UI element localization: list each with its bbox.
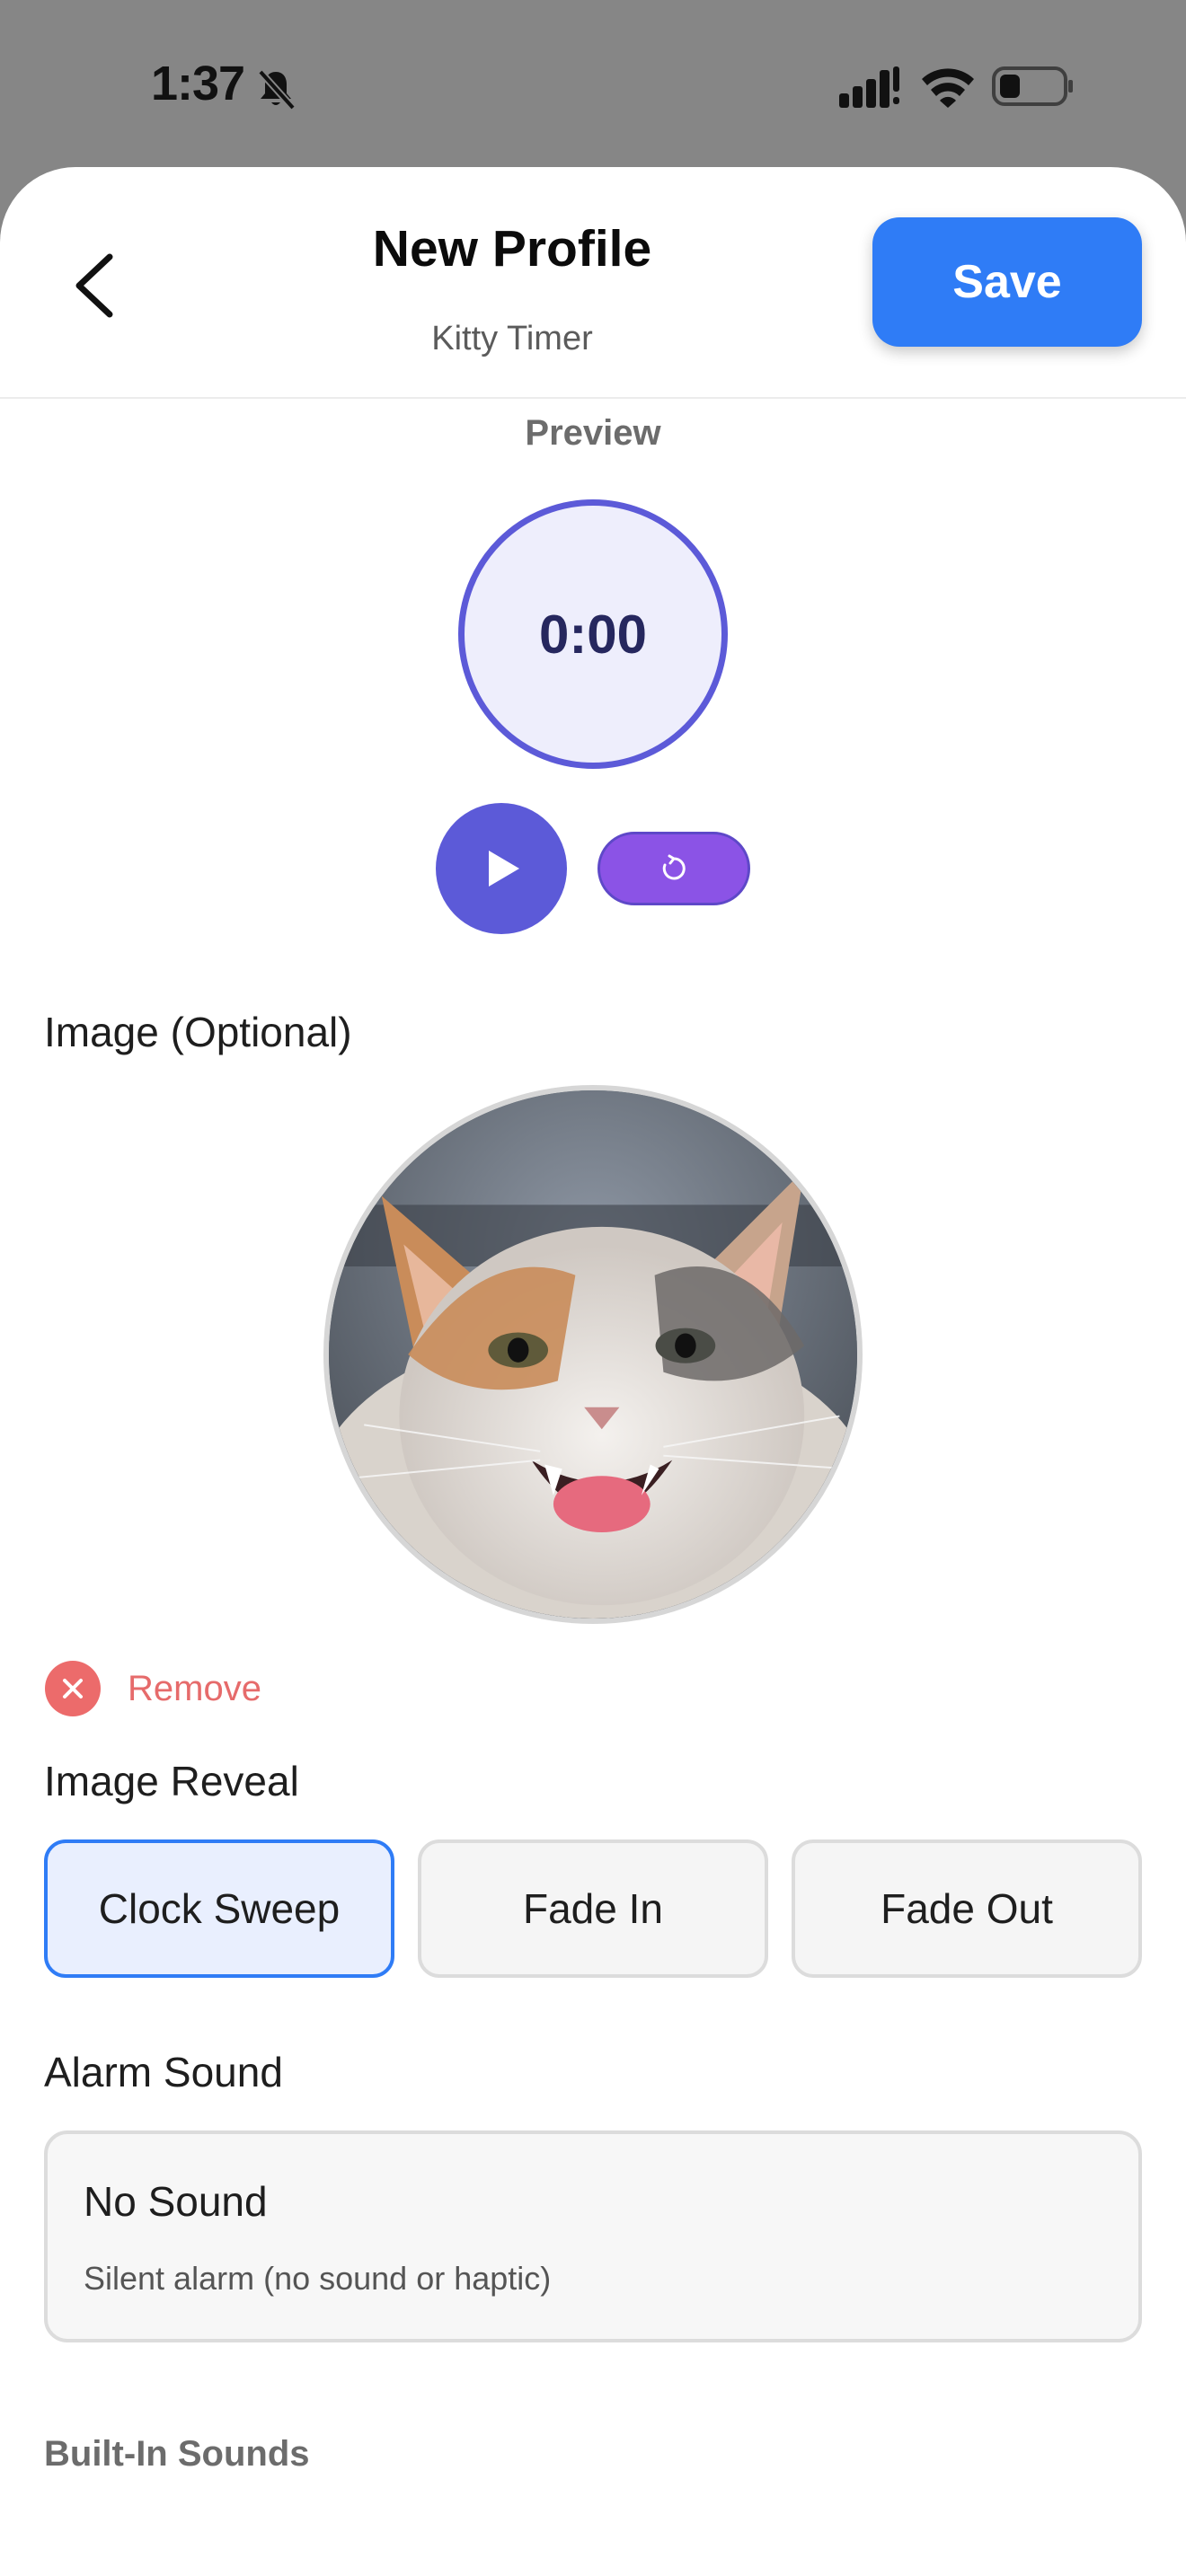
reset-button[interactable] [597,832,750,905]
preview-label: Preview [525,413,661,453]
page-title: New Profile [372,220,652,278]
status-time: 1:37 [151,57,245,110]
page-subtitle: Kitty Timer [431,320,593,357]
cat-photo-image [329,1090,857,1619]
built-in-sounds-label: Built-In Sounds [44,2434,310,2474]
profile-editor-sheet: New Profile Kitty Timer Save Preview 0:0… [0,167,1186,2576]
image-section-label: Image (Optional) [44,1009,352,1055]
battery-icon [992,66,1073,106]
navigation-bar: New Profile Kitty Timer Save [0,167,1186,399]
remove-image-button[interactable]: Remove [45,1660,261,1717]
reveal-option-fade-in[interactable]: Fade In [418,1839,768,1978]
sound-description: Silent alarm (no sound or haptic) [84,2260,552,2297]
close-icon [45,1661,101,1716]
wifi-icon [922,68,974,108]
play-button[interactable] [436,803,567,934]
reveal-option-clock-sweep[interactable]: Clock Sweep [44,1839,394,1978]
signal-icon [839,66,899,108]
reveal-option-fade-out[interactable]: Fade Out [792,1839,1142,1978]
alarm-sound-label: Alarm Sound [44,2049,283,2095]
image-reveal-label: Image Reveal [44,1758,299,1804]
profile-image[interactable] [323,1085,863,1624]
selected-sound-card[interactable]: No Sound Silent alarm (no sound or hapti… [44,2130,1142,2342]
timer-preview: 0:00 [458,499,728,769]
reset-icon [662,854,686,880]
save-button[interactable]: Save [872,217,1142,347]
remove-label: Remove [128,1668,261,1708]
status-bar: 1:37 [0,0,1186,171]
play-icon [489,851,519,887]
timer-value: 0:00 [538,604,648,665]
sound-name: No Sound [84,2178,268,2225]
bell-slash-icon [258,69,296,110]
